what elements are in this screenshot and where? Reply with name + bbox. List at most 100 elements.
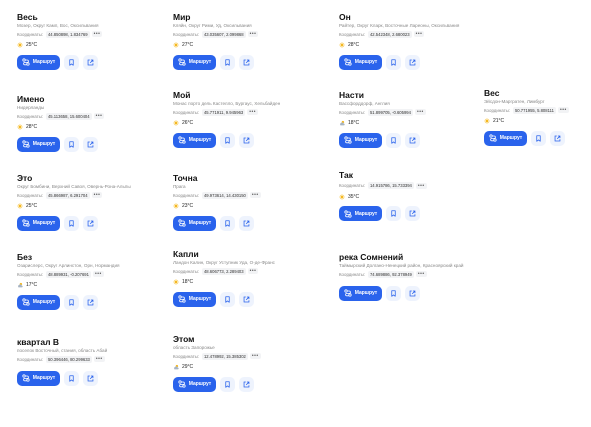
share-button[interactable] <box>405 206 420 221</box>
more-options-button[interactable]: ••• <box>249 353 261 360</box>
more-options-button[interactable]: ••• <box>415 271 427 278</box>
coordinates-value[interactable]: 45.866987, 6.291704 <box>45 191 90 199</box>
bookmark-button[interactable] <box>64 215 79 231</box>
more-options-button[interactable]: ••• <box>92 271 104 278</box>
coordinates-value[interactable]: 51.899705, -0.605994 <box>367 108 413 116</box>
more-options-button[interactable]: ••• <box>91 192 103 199</box>
bookmark-button[interactable] <box>220 132 235 148</box>
more-options-button[interactable]: ••• <box>413 31 425 38</box>
more-options-button[interactable]: ••• <box>414 109 426 116</box>
share-button[interactable] <box>405 132 420 148</box>
bookmark-icon <box>225 136 230 144</box>
route-button[interactable]: Маршрут <box>17 370 60 386</box>
route-icon <box>22 219 30 227</box>
route-button[interactable]: Маршрут <box>173 376 216 392</box>
route-button[interactable]: Маршрут <box>17 215 60 231</box>
route-icon <box>178 58 186 66</box>
place-address: Ландон Калин, Округ Уступник Уда, О-де-Ф… <box>173 260 275 265</box>
share-button[interactable] <box>83 370 98 386</box>
bookmark-button[interactable] <box>220 376 235 392</box>
bookmark-button[interactable] <box>386 285 401 301</box>
bookmark-button[interactable] <box>386 132 401 148</box>
coordinates-value[interactable]: 42.542348, 2.680023 <box>367 30 412 38</box>
share-button[interactable] <box>239 54 254 70</box>
place-name: Капли <box>173 249 199 259</box>
place-card: Точна Прага Координаты: 49.973614, 14.43… <box>173 173 323 231</box>
coordinates-value[interactable]: 50.771955, 5.808111 <box>512 106 556 114</box>
route-button[interactable]: Маршрут <box>339 54 382 70</box>
route-button[interactable]: Маршрут <box>339 132 382 148</box>
share-button[interactable] <box>239 215 254 231</box>
coordinates-value[interactable]: 45.771911, 9.945963 <box>201 108 246 116</box>
sun-icon <box>339 193 345 200</box>
share-button[interactable] <box>405 285 420 301</box>
share-button[interactable] <box>239 376 254 392</box>
bookmark-icon <box>391 136 396 144</box>
place-address: Прага <box>173 184 186 189</box>
share-button[interactable] <box>83 54 98 70</box>
coordinates-value[interactable]: 74.689886, 92.378949 <box>367 270 414 278</box>
route-button-label: Маршрут <box>188 381 212 388</box>
coordinates-value[interactable]: 14.915786, 15.733394 <box>367 182 414 189</box>
share-icon <box>243 381 250 387</box>
bookmark-button[interactable] <box>386 206 401 221</box>
coordinates-label: Координаты: <box>17 192 43 198</box>
share-button[interactable] <box>405 54 420 70</box>
coordinates-value[interactable]: 44.850898, 1.834769 <box>45 30 90 38</box>
more-options-button[interactable]: ••• <box>91 31 103 38</box>
coordinates-value[interactable]: 48.606773, 2.289403 <box>201 267 246 275</box>
share-button[interactable] <box>239 132 254 148</box>
weather-row: 28°C <box>339 42 489 49</box>
route-button-label: Маршрут <box>188 137 212 144</box>
bookmark-button[interactable] <box>531 130 546 146</box>
sun-icon <box>17 203 23 209</box>
share-button[interactable] <box>83 136 98 152</box>
route-button-label: Маршрут <box>32 375 56 382</box>
route-button[interactable]: Маршрут <box>17 294 60 310</box>
place-card: река Сомнений Таймырский Долгано-Ненецки… <box>339 252 489 301</box>
place-card: Так Координаты: 14.915786, 15.733394 •••… <box>339 170 489 221</box>
bookmark-button[interactable] <box>64 136 79 152</box>
bookmark-button[interactable] <box>64 370 79 386</box>
more-options-button[interactable]: ••• <box>93 356 105 363</box>
more-options-button[interactable]: ••• <box>93 113 105 120</box>
coordinates-value[interactable]: 45.113658, 15.600404 <box>45 112 92 120</box>
route-button-label: Маршрут <box>32 220 56 227</box>
route-button[interactable]: Маршрут <box>173 291 216 307</box>
bookmark-button[interactable] <box>220 291 235 307</box>
route-button[interactable]: Маршрут <box>17 54 60 70</box>
more-options-button[interactable]: ••• <box>247 31 259 38</box>
route-button[interactable]: Маршрут <box>339 206 382 221</box>
route-button[interactable]: Маршрут <box>484 130 527 146</box>
share-button[interactable] <box>239 291 254 307</box>
route-button[interactable]: Маршрут <box>173 54 216 70</box>
share-button[interactable] <box>83 215 98 231</box>
bookmark-button[interactable] <box>386 54 401 70</box>
sun-icon <box>173 203 179 209</box>
route-button[interactable]: Маршрут <box>339 285 382 301</box>
coordinates-value[interactable]: 12.478992, 15.385302 <box>201 352 248 360</box>
coordinates-value[interactable]: 43.035607, 2.099868 <box>201 30 246 38</box>
route-button[interactable]: Маршрут <box>173 215 216 231</box>
coordinates-value[interactable]: 50.396446, 80.299633 <box>45 355 92 363</box>
bookmark-button[interactable] <box>64 294 79 310</box>
bookmark-button[interactable] <box>220 215 235 231</box>
coordinates-value[interactable]: 48.889931, -0.207691 <box>45 270 91 278</box>
route-button[interactable]: Маршрут <box>173 132 216 148</box>
more-options-button[interactable]: ••• <box>247 109 259 116</box>
route-button[interactable]: Маршрут <box>17 136 60 152</box>
more-options-button[interactable]: ••• <box>247 268 259 275</box>
weather-row: 25°C <box>17 203 167 210</box>
bookmark-button[interactable] <box>64 54 79 70</box>
coordinates-value[interactable]: 49.973614, 14.430150 <box>201 191 248 199</box>
bookmark-button[interactable] <box>220 54 235 70</box>
card-actions: Маршрут <box>173 54 323 70</box>
temperature: 18°C <box>182 279 194 286</box>
more-options-button[interactable]: ••• <box>557 107 569 114</box>
more-options-button[interactable]: ••• <box>415 182 427 189</box>
more-options-button[interactable]: ••• <box>249 192 261 199</box>
share-button[interactable] <box>83 294 98 310</box>
share-button[interactable] <box>550 130 565 146</box>
coordinates-row: Координаты: 50.771955, 5.808111 ••• <box>484 106 591 114</box>
card-actions: Маршрут <box>173 291 323 307</box>
